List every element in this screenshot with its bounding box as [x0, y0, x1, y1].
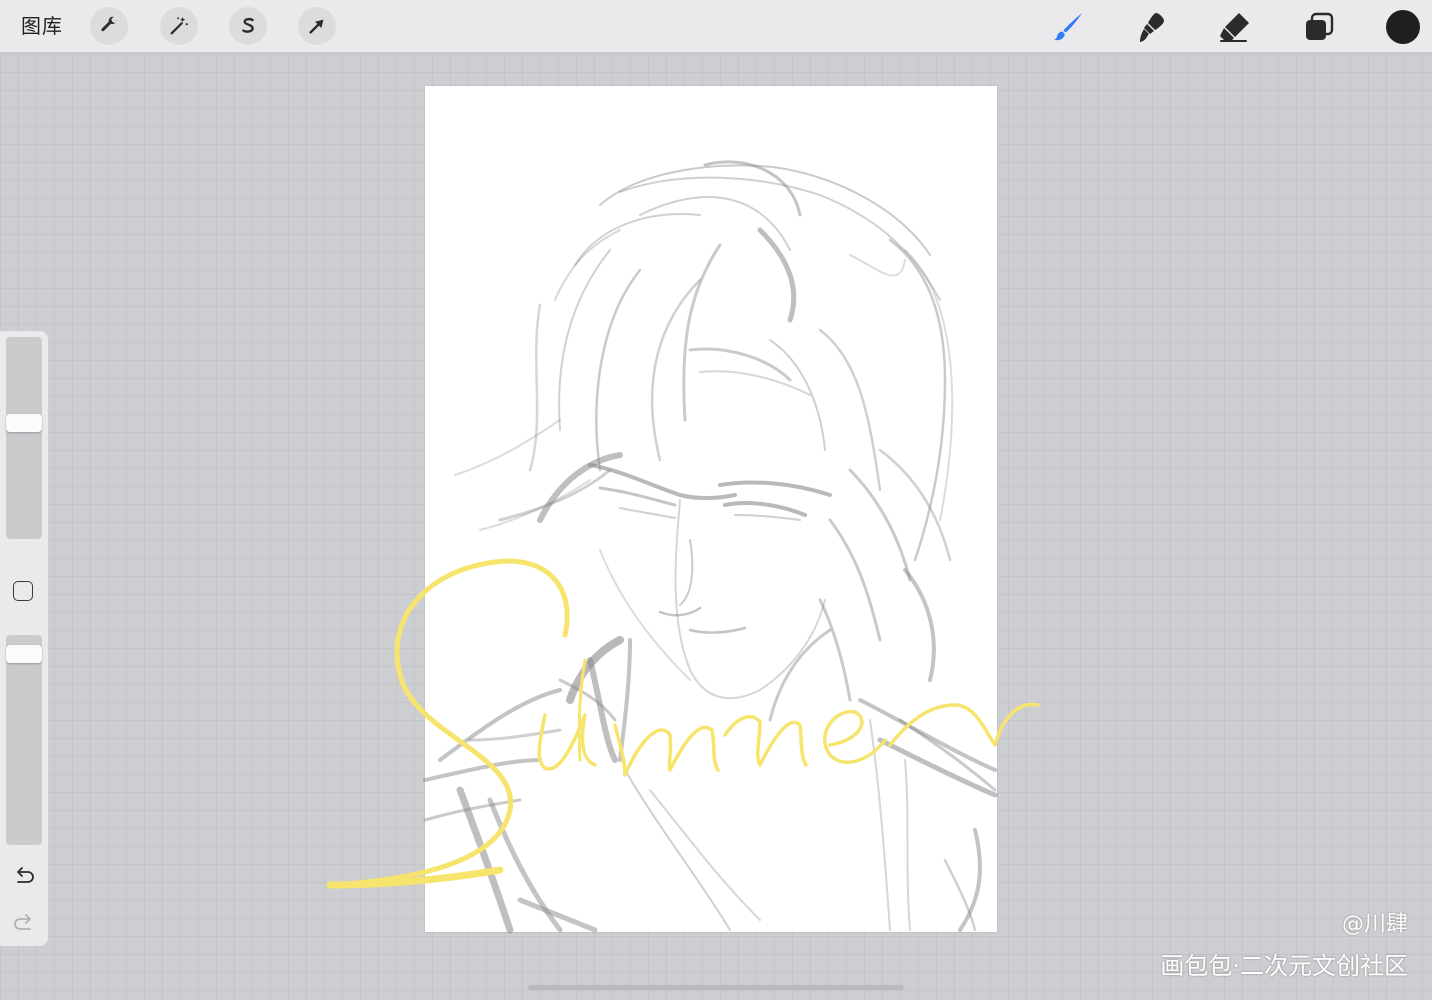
sidebar: [0, 331, 48, 946]
actions-button[interactable]: [90, 7, 128, 45]
layers-icon: [1306, 12, 1334, 40]
watermark-username: @川肆: [1341, 912, 1408, 937]
erase-tool-button[interactable]: [1217, 9, 1253, 45]
brush-size-thumb[interactable]: [6, 414, 42, 432]
home-indicator[interactable]: [528, 985, 904, 990]
gallery-button[interactable]: 图库: [21, 13, 63, 39]
wrench-icon: [101, 16, 117, 32]
selection-button[interactable]: [229, 7, 267, 45]
eraser-icon: [1220, 13, 1249, 42]
top-toolbar: 图库: [0, 0, 1432, 53]
layers-button[interactable]: [1301, 9, 1337, 45]
selection-s-icon: [242, 17, 254, 33]
brush-icon: [1054, 13, 1082, 41]
arrow-cursor-icon: [309, 19, 324, 34]
modify-button[interactable]: [13, 581, 33, 601]
smudge-icon: [1140, 13, 1164, 42]
color-picker-button[interactable]: [1386, 10, 1420, 44]
drawing-canvas[interactable]: [425, 86, 997, 932]
paint-tool-button[interactable]: [1050, 9, 1086, 45]
undo-icon[interactable]: [12, 864, 36, 888]
smudge-tool-button[interactable]: [1133, 9, 1169, 45]
watermark-site: 画包包·二次元文创社区: [1160, 952, 1408, 980]
opacity-slider[interactable]: [6, 635, 42, 845]
redo-icon[interactable]: [12, 911, 36, 935]
magic-wand-icon: [170, 16, 188, 35]
adjustments-button[interactable]: [160, 7, 198, 45]
opacity-thumb[interactable]: [6, 645, 42, 663]
brush-size-slider[interactable]: [6, 337, 42, 539]
transform-button[interactable]: [298, 7, 336, 45]
